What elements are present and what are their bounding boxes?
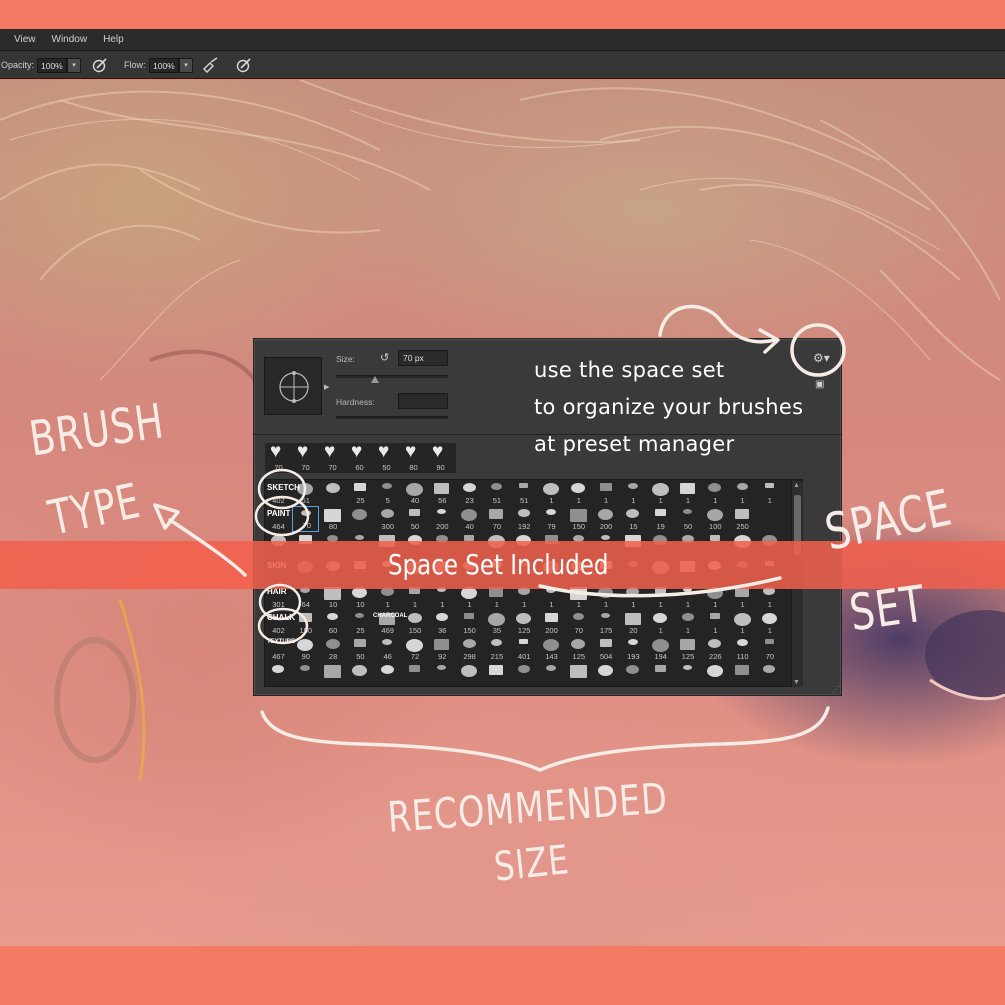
annotation-size: SIZE <box>492 837 572 891</box>
screenshot-root: View Window Help Opacity: 100% ▾ Flow: 1… <box>0 0 1005 1005</box>
bottom-accent-band <box>0 947 1005 1005</box>
annotation-set: SET <box>846 574 929 643</box>
